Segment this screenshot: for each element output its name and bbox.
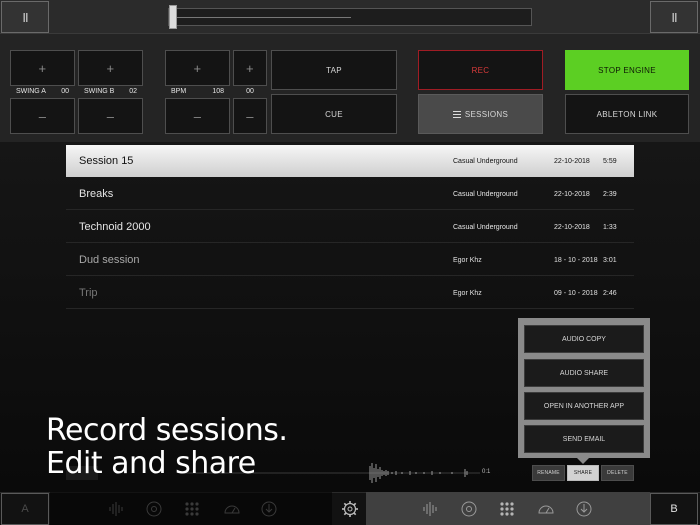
bpm-fine-minus-button[interactable]: –: [233, 98, 267, 134]
deck-b-button[interactable]: B: [650, 493, 698, 525]
bpm-readout: BPM 108: [165, 88, 230, 95]
session-artist: Casual Underground: [453, 158, 518, 165]
stop-engine-button[interactable]: STOP ENGINE: [565, 50, 689, 90]
waveform-ratio: 0:1: [482, 469, 491, 475]
bpm-plus-button[interactable]: +: [165, 50, 230, 86]
rename-button[interactable]: RENAME: [532, 465, 565, 481]
plus-icon: +: [106, 60, 115, 76]
cue-button[interactable]: CUE: [271, 94, 397, 134]
minus-icon: –: [106, 108, 115, 124]
plus-icon: +: [246, 60, 254, 76]
session-row[interactable]: Breaks Casual Underground 22-10-2018 2:3…: [66, 178, 634, 210]
session-artist: Egor Khz: [453, 257, 482, 264]
ableton-link-button[interactable]: ABLETON LINK: [565, 94, 689, 134]
session-name: Trip: [79, 287, 98, 299]
crossfader-handle[interactable]: [169, 5, 177, 29]
list-icon: [452, 110, 461, 118]
session-date: 18 - 10 - 2018: [554, 257, 598, 264]
download-icon[interactable]: [258, 498, 280, 520]
swing-b-plus-button[interactable]: +: [78, 50, 143, 86]
minus-icon: –: [38, 108, 47, 124]
session-duration: 5:59: [603, 158, 617, 165]
session-row[interactable]: Technoid 2000 Casual Underground 22-10-2…: [66, 211, 634, 243]
record-target-icon[interactable]: [458, 498, 480, 520]
crossfader-track: [175, 17, 351, 18]
session-artist: Casual Underground: [453, 224, 518, 231]
swing-a-label: SWING A: [16, 88, 46, 95]
record-target-icon[interactable]: [143, 498, 165, 520]
swing-a-plus-button[interactable]: +: [10, 50, 75, 86]
tap-button[interactable]: TAP: [271, 50, 397, 90]
swing-b-label: SWING B: [84, 88, 115, 95]
rec-button[interactable]: REC: [418, 50, 543, 90]
gear-icon[interactable]: [339, 498, 361, 520]
session-artist: Egor Khz: [453, 290, 482, 297]
pads-grid-icon[interactable]: [496, 498, 518, 520]
bpm-fine-plus-button[interactable]: +: [233, 50, 267, 86]
crossfader-slider[interactable]: [168, 5, 532, 29]
session-artist: Casual Underground: [453, 191, 518, 198]
swing-b-value: 02: [129, 88, 137, 95]
session-duration: 3:01: [603, 257, 617, 264]
gauge-icon[interactable]: [535, 498, 557, 520]
download-icon[interactable]: [573, 498, 595, 520]
session-duration: 2:46: [603, 290, 617, 297]
pause-right-button[interactable]: II: [650, 1, 698, 33]
send-email-button[interactable]: SEND EMAIL: [524, 425, 644, 453]
session-row[interactable]: Trip Egor Khz 09 - 10 - 2018 2:46: [66, 277, 634, 309]
audio-copy-button[interactable]: AUDIO COPY: [524, 325, 644, 353]
session-date: 22-10-2018: [554, 224, 590, 231]
sessions-label: SESSIONS: [464, 109, 509, 119]
session-name: Breaks: [79, 188, 114, 200]
delete-button[interactable]: DELETE: [601, 465, 634, 481]
pause-left-button[interactable]: II: [1, 1, 49, 33]
share-button[interactable]: SHARE: [567, 465, 599, 481]
swing-a-value: 00: [61, 88, 69, 95]
sessions-button[interactable]: SESSIONS: [418, 94, 543, 134]
pads-grid-icon[interactable]: [181, 498, 203, 520]
swing-a-minus-button[interactable]: –: [10, 98, 75, 134]
bpm-label: BPM: [171, 88, 187, 95]
waveform-icon[interactable]: [419, 498, 441, 520]
bpm-fine-readout: 00: [233, 88, 267, 95]
session-date: 09 - 10 - 2018: [554, 290, 598, 297]
session-date: 22-10-2018: [554, 158, 590, 165]
plus-icon: +: [193, 60, 202, 76]
session-row[interactable]: Session 15 Casual Underground 22-10-2018…: [66, 145, 634, 177]
plus-icon: +: [38, 60, 47, 76]
bpm-minus-button[interactable]: –: [165, 98, 230, 134]
popup-pointer: [577, 458, 589, 464]
headline-line-1: Record sessions.: [46, 413, 288, 448]
session-row[interactable]: Dud session Egor Khz 18 - 10 - 2018 3:01: [66, 244, 634, 276]
swing-b-minus-button[interactable]: –: [78, 98, 143, 134]
session-duration: 2:39: [603, 191, 617, 198]
swing-b-readout: SWING B 02: [78, 88, 143, 95]
session-name: Technoid 2000: [79, 221, 151, 233]
session-duration: 1:33: [603, 224, 617, 231]
swing-a-readout: SWING A 00: [10, 88, 75, 95]
bpm-value: 108: [212, 88, 224, 95]
session-name: Dud session: [79, 254, 140, 266]
share-menu-popup: AUDIO COPY AUDIO SHARE OPEN IN ANOTHER A…: [518, 318, 650, 458]
session-date: 22-10-2018: [554, 191, 590, 198]
waveform-icon[interactable]: [105, 498, 127, 520]
session-name: Session 15: [79, 155, 134, 167]
audio-share-button[interactable]: AUDIO SHARE: [524, 359, 644, 387]
gauge-icon[interactable]: [221, 498, 243, 520]
promo-headline: Record sessions. Edit and share: [46, 413, 288, 481]
deck-a-button[interactable]: A: [1, 493, 49, 525]
open-in-another-app-button[interactable]: OPEN IN ANOTHER APP: [524, 392, 644, 420]
minus-icon: –: [246, 108, 254, 124]
bpm-fine-value: 00: [246, 88, 254, 95]
headline-line-2: Edit and share: [46, 446, 256, 481]
minus-icon: –: [193, 108, 202, 124]
